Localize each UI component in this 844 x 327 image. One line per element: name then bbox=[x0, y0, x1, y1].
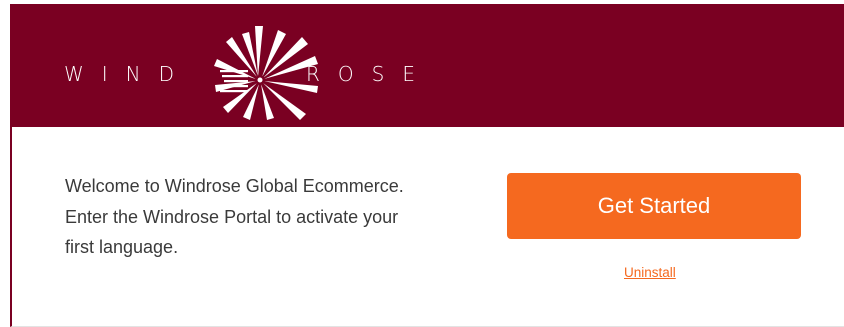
logo-text-rose: ROSE bbox=[306, 62, 433, 86]
brand-banner: WIND ROSE bbox=[10, 4, 844, 127]
windrose-logo: WIND ROSE bbox=[10, 4, 844, 127]
get-started-button[interactable]: Get Started bbox=[507, 173, 801, 239]
welcome-card: Welcome to Windrose Global Ecommerce. En… bbox=[10, 127, 844, 327]
welcome-line-3: first language. bbox=[65, 237, 179, 257]
welcome-line-1: Welcome to Windrose Global Ecommerce. bbox=[65, 176, 404, 196]
windrose-welcome-panel: WIND ROSE Welcome to Windrose Global Eco… bbox=[0, 0, 844, 327]
welcome-line-2: Enter the Windrose Portal to activate yo… bbox=[65, 206, 399, 227]
welcome-message: Welcome to Windrose Global Ecommerce. En… bbox=[65, 171, 485, 263]
uninstall-link[interactable]: Uninstall bbox=[624, 265, 676, 280]
windrose-burst-icon bbox=[214, 26, 318, 120]
logo-text-wind: WIND bbox=[64, 62, 193, 86]
